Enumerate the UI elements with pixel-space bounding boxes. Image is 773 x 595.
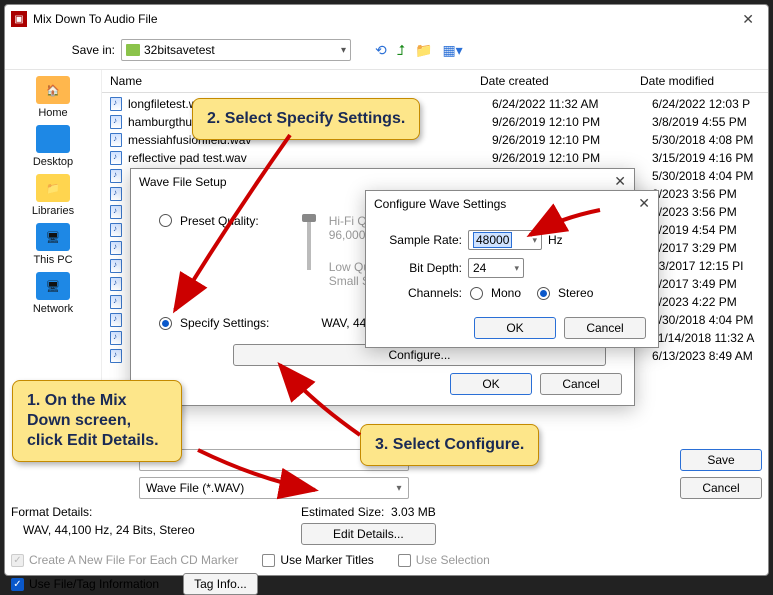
file-modified: 8/2023 3:56 PM [652,187,760,201]
place-network[interactable]: 🖥Network [33,272,73,315]
audio-file-icon [110,295,122,309]
place-desktop[interactable]: Desktop [33,125,73,168]
audio-file-icon [110,115,122,129]
file-created: 9/26/2019 12:10 PM [492,133,652,147]
chk-markertitles[interactable]: Use Marker Titles [262,553,373,567]
audio-file-icon [110,169,122,183]
chk-cdmarker[interactable]: ✓Create A New File For Each CD Marker [11,553,238,567]
close-icon[interactable]: ✕ [734,9,762,30]
file-created: 9/26/2019 12:10 PM [492,151,652,165]
sample-rate-combo[interactable]: 48000▾ [468,230,542,250]
audio-file-icon [110,187,122,201]
up-icon[interactable]: ⮥ [397,42,405,59]
wave-cancel-button[interactable]: Cancel [540,373,622,395]
savein-folder-combo[interactable]: 32bitsavetest ▾ [121,39,351,61]
file-created: 9/26/2019 12:10 PM [492,115,652,129]
audio-file-icon [110,277,122,291]
audio-file-icon [110,97,122,111]
wave-ok-button[interactable]: OK [450,373,532,395]
wave-dlg-title: Wave File Setup [139,175,227,189]
new-folder-icon[interactable]: 📁 [415,42,432,59]
place-libraries[interactable]: 📁Libraries [32,174,74,217]
back-icon[interactable]: ⟲ [375,42,387,59]
preset-quality-label: Preset Quality: [180,214,259,228]
col-created[interactable]: Date created [480,74,640,88]
taginfo-button[interactable]: Tag Info... [183,573,258,595]
window-title: Mix Down To Audio File [33,12,158,26]
conf-dlg-title: Configure Wave Settings [374,197,506,211]
callout-3: 3. Select Configure. [360,424,539,466]
column-headers: Name Date created Date modified [102,70,768,93]
place-thispc[interactable]: 🖥This PC [33,223,72,266]
specify-settings-label: Specify Settings: [180,316,269,330]
audio-file-icon [110,313,122,327]
toolbar-nav: ⟲ ⮥ 📁 ▦▾ [375,42,463,59]
file-modified: 5/30/2018 4:04 PM [652,313,760,327]
audio-file-icon [110,205,122,219]
format-details-value: WAV, 44,100 Hz, 24 Bits, Stereo [23,523,271,537]
file-modified: 7/2017 3:29 PM [652,241,760,255]
cancel-button[interactable]: Cancel [680,477,762,499]
quality-slider[interactable] [307,214,311,270]
configure-wave-dialog: Configure Wave Settings ✕ Sample Rate: 48… [365,190,659,348]
callout-2: 2. Select Specify Settings. [192,98,420,140]
file-modified: 5/2019 4:54 PM [652,223,760,237]
file-modified: 6/13/2023 8:49 AM [652,349,760,363]
table-row[interactable]: reflective pad test.wav9/26/2019 12:10 P… [102,149,768,167]
file-modified: 3/15/2019 4:16 PM [652,151,760,165]
radio-preset-quality[interactable] [159,214,172,227]
chk-useselection[interactable]: Use Selection [398,553,490,567]
titlebar: ▣ Mix Down To Audio File ✕ [5,5,768,33]
format-details-label: Format Details: [11,505,271,519]
audio-file-icon [110,133,122,147]
file-modified: 11/14/2018 11:32 A [652,331,760,345]
audio-file-icon [110,331,122,345]
app-icon: ▣ [11,11,27,27]
file-name: reflective pad test.wav [128,151,492,165]
savein-label: Save in: [55,43,115,57]
file-modified: 8/2023 4:22 PM [652,295,760,309]
bit-depth-label: Bit Depth: [382,261,462,275]
file-modified: 6/24/2022 12:03 P [652,97,760,111]
audio-file-icon [110,151,122,165]
audio-file-icon [110,241,122,255]
savetype-combo[interactable]: Wave File (*.WAV)▾ [139,477,409,499]
close-icon[interactable]: ✕ [614,173,626,190]
callout-1: 1. On the Mix Down screen, click Edit De… [12,380,182,462]
view-icon[interactable]: ▦▾ [442,42,462,59]
place-home[interactable]: 🏠Home [36,76,70,119]
edit-details-button[interactable]: Edit Details... [301,523,436,545]
save-button[interactable]: Save [680,449,762,471]
conf-cancel-button[interactable]: Cancel [564,317,646,339]
est-size-label: Estimated Size: [301,505,384,519]
col-name[interactable]: Name [110,74,480,88]
file-modified: 5/30/2018 4:04 PM [652,169,760,183]
close-icon[interactable]: ✕ [638,195,650,212]
savein-row: Save in: 32bitsavetest ▾ ⟲ ⮥ 📁 ▦▾ [5,33,768,70]
file-modified: 5/2017 3:49 PM [652,277,760,291]
hz-label: Hz [548,233,563,247]
chevron-down-icon: ▾ [341,45,346,56]
audio-file-icon [110,259,122,273]
chk-filetag[interactable]: ✓Use File/Tag Information [11,577,159,591]
folder-icon [126,44,140,56]
file-modified: 5/30/2018 4:08 PM [652,133,760,147]
file-modified: 3/8/2019 4:55 PM [652,115,760,129]
file-created: 6/24/2022 11:32 AM [492,97,652,111]
sample-rate-label: Sample Rate: [382,233,462,247]
file-modified: 13/2017 12:15 PI [652,259,760,273]
est-size-value: 3.03 MB [391,505,436,519]
radio-stereo[interactable] [537,287,550,300]
conf-ok-button[interactable]: OK [474,317,556,339]
radio-mono[interactable] [470,287,483,300]
file-modified: 8/2023 3:56 PM [652,205,760,219]
bottom-panel: ▾ Save Wave File (*.WAV)▾ Cancel Format … [11,449,762,569]
audio-file-icon [110,223,122,237]
radio-specify-settings[interactable] [159,317,172,330]
bit-depth-combo[interactable]: 24▾ [468,258,524,278]
col-modified[interactable]: Date modified [640,74,760,88]
savein-folder-name: 32bitsavetest [144,43,215,57]
audio-file-icon [110,349,122,363]
channels-label: Channels: [382,286,462,300]
